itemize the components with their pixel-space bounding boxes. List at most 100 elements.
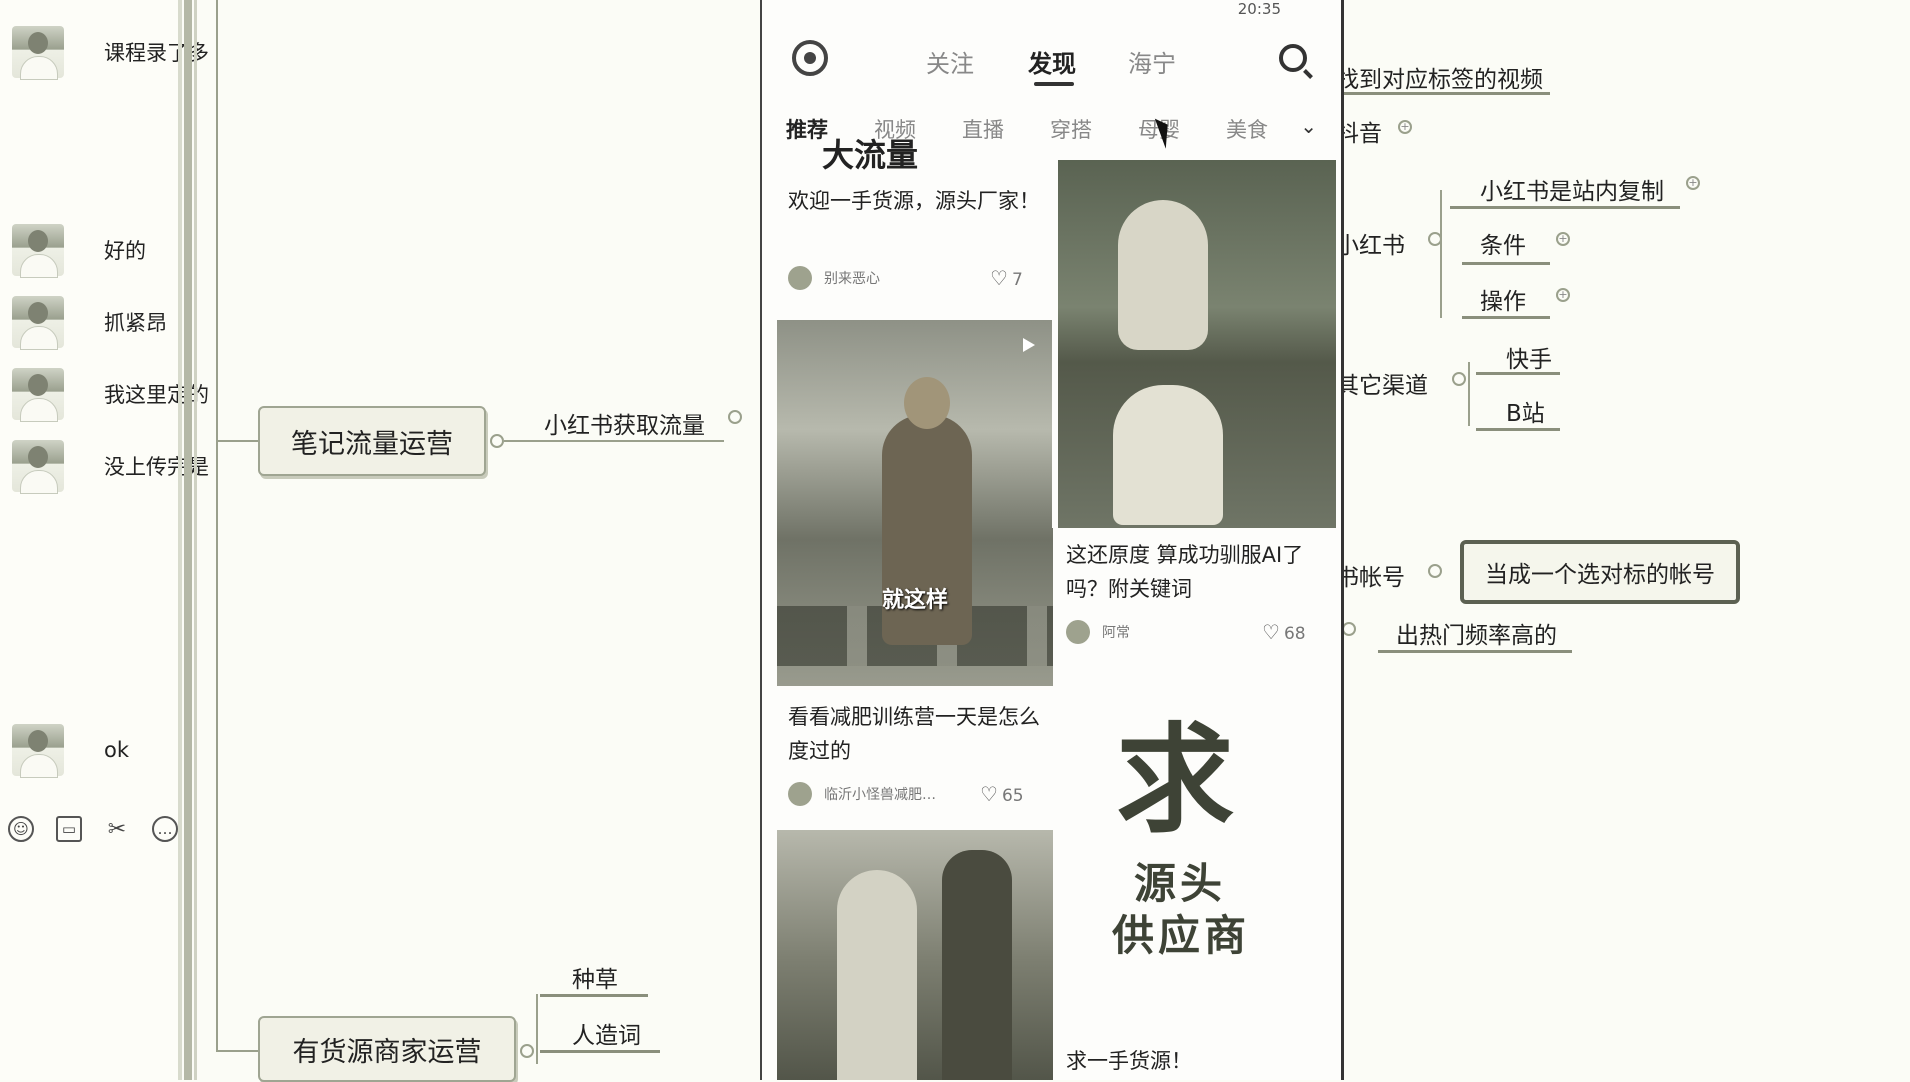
connector-line xyxy=(216,440,260,442)
node-xiaohongshu[interactable]: 小红书 xyxy=(1336,226,1405,260)
camera-icon[interactable] xyxy=(792,40,828,76)
panel-divider[interactable] xyxy=(178,0,182,1080)
poster-big-character: 求 xyxy=(1116,711,1235,849)
chat-toolbar: ☺ ▭ ✂ … xyxy=(8,816,178,842)
chat-message-text: 好的 xyxy=(104,239,146,263)
node-xhs-copy[interactable]: 小红书是站内复制 xyxy=(1480,172,1664,206)
branch-underline xyxy=(1476,428,1560,431)
collapse-toggle[interactable] xyxy=(1342,622,1356,636)
like-count[interactable]: ♡ 65 xyxy=(980,782,1024,806)
card-author[interactable]: 临沂小怪兽减肥… xyxy=(788,782,936,806)
card-header-fragment: 大流量 xyxy=(822,138,919,174)
tab-local[interactable]: 海宁 xyxy=(1128,44,1176,79)
chevron-down-icon[interactable]: ⌄ xyxy=(1300,114,1317,138)
image-overlay-text: 就这样 xyxy=(882,588,949,613)
node-goods-merchant[interactable]: 有货源商家运营 xyxy=(258,1016,516,1082)
chat-message[interactable]: 我这里定的 xyxy=(12,368,209,422)
chat-message[interactable]: 课程录了多 xyxy=(12,26,209,80)
heart-icon: ♡ xyxy=(980,782,998,806)
phone-screen: 20:35 关注 发现 海宁 推荐 视频 直播 穿搭 母婴 美食 ⌄ 大流量 欢… xyxy=(760,0,1344,1080)
collapse-toggle[interactable] xyxy=(728,410,742,424)
emoji-icon[interactable]: ☺ xyxy=(8,816,34,842)
collapse-toggle[interactable] xyxy=(1428,232,1442,246)
panel-divider xyxy=(194,0,197,1080)
connector-line xyxy=(504,440,724,442)
card-author[interactable]: 别来恶心 xyxy=(788,266,880,290)
avatar xyxy=(12,224,64,278)
expand-toggle[interactable]: + xyxy=(1398,120,1412,134)
card-title[interactable]: 这还原度 算成功驯服AI了吗？附关键词 xyxy=(1066,538,1322,606)
branch-rencaoci[interactable]: 人造词 xyxy=(572,1016,641,1050)
node-bilibili[interactable]: B站 xyxy=(1506,394,1545,428)
chat-message-text: 我这里定的 xyxy=(104,383,209,407)
heart-icon: ♡ xyxy=(1262,620,1280,644)
node-operations[interactable]: 操作 xyxy=(1480,282,1526,316)
node-other-channels[interactable]: 其它渠道 xyxy=(1336,366,1428,400)
branch-underline xyxy=(1340,92,1550,95)
panel-divider[interactable] xyxy=(184,0,192,1080)
tab-follow[interactable]: 关注 xyxy=(926,44,974,79)
chat-message-text: 抓紧昂 xyxy=(104,311,167,335)
avatar xyxy=(788,782,812,806)
chat-message[interactable]: 抓紧昂 xyxy=(12,296,167,350)
search-icon[interactable] xyxy=(1279,44,1307,72)
chat-message[interactable]: 好的 xyxy=(12,224,146,278)
node-hot-frequency[interactable]: 出热门频率高的 xyxy=(1396,616,1557,650)
avatar xyxy=(12,26,64,80)
node-find-videos[interactable]: 找到对应标签的视频 xyxy=(1336,60,1543,94)
chat-message[interactable]: ok xyxy=(12,724,129,778)
expand-toggle[interactable]: + xyxy=(1686,176,1700,190)
like-count[interactable]: ♡ 68 xyxy=(1262,620,1306,644)
connector-line xyxy=(216,1050,260,1052)
node-benchmark-account[interactable]: 当成一个选对标的帐号 xyxy=(1460,540,1740,604)
tab-discover[interactable]: 发现 xyxy=(1028,44,1076,79)
connector-line xyxy=(216,0,218,440)
like-number: 68 xyxy=(1283,624,1306,644)
connector-line xyxy=(216,440,218,1050)
branch-underline xyxy=(1378,650,1572,653)
scissors-icon[interactable]: ✂ xyxy=(104,816,130,842)
category-live[interactable]: 直播 xyxy=(962,114,1004,144)
chat-bubble-icon[interactable]: … xyxy=(152,816,178,842)
like-count[interactable]: ♡ 7 xyxy=(990,266,1023,290)
chat-message-text: 课程录了多 xyxy=(104,41,209,65)
branch-xhs-traffic[interactable]: 小红书获取流量 xyxy=(544,406,705,440)
avatar xyxy=(12,296,64,350)
collapse-toggle[interactable] xyxy=(1428,564,1442,578)
avatar xyxy=(12,724,64,778)
card-author[interactable]: 阿常 xyxy=(1066,620,1130,644)
card-title[interactable]: 求一手货源！ xyxy=(1066,1044,1322,1078)
category-outfit[interactable]: 穿搭 xyxy=(1050,114,1092,144)
avatar xyxy=(1066,620,1090,644)
node-notes-traffic[interactable]: 笔记流量运营 xyxy=(258,406,486,476)
expand-toggle[interactable]: + xyxy=(1556,232,1570,246)
author-name: 别来恶心 xyxy=(824,271,880,287)
chat-message[interactable]: 没上传完是 xyxy=(12,440,209,494)
folder-icon[interactable]: ▭ xyxy=(56,816,82,842)
node-conditions[interactable]: 条件 xyxy=(1480,226,1526,260)
collapse-toggle[interactable] xyxy=(490,434,504,448)
like-number: 7 xyxy=(1011,270,1023,290)
chat-panel: 课程录了多 好的 抓紧昂 我这里定的 没上传完是 ok ☺ ▭ ✂ … xyxy=(0,0,209,1080)
expand-toggle[interactable]: + xyxy=(1556,288,1570,302)
node-account[interactable]: 书帐号 xyxy=(1336,558,1405,592)
node-kuaishou[interactable]: 快手 xyxy=(1506,340,1552,374)
status-bar-time: 20:35 xyxy=(1237,0,1281,18)
collapse-toggle[interactable] xyxy=(1452,372,1466,386)
card-title[interactable]: 欢迎一手货源，源头厂家！ xyxy=(788,184,1048,218)
card-image[interactable] xyxy=(777,830,1053,1080)
like-number: 65 xyxy=(1001,786,1024,806)
branch-underline xyxy=(540,994,648,997)
branch-underline xyxy=(1476,372,1560,375)
chat-message-text: 没上传完是 xyxy=(104,455,209,479)
card-image[interactable]: 就这样 xyxy=(777,320,1053,686)
connector-line xyxy=(1440,190,1442,318)
author-name: 临沂小怪兽减肥… xyxy=(824,787,936,803)
category-food[interactable]: 美食 xyxy=(1226,114,1268,144)
branch-zhongcao[interactable]: 种草 xyxy=(572,960,618,994)
card-title[interactable]: 看看减肥训练营一天是怎么度过的 xyxy=(788,700,1048,768)
avatar xyxy=(12,368,64,422)
card-image[interactable] xyxy=(1052,160,1336,528)
collapse-toggle[interactable] xyxy=(520,1044,534,1058)
heart-icon: ♡ xyxy=(990,266,1008,290)
